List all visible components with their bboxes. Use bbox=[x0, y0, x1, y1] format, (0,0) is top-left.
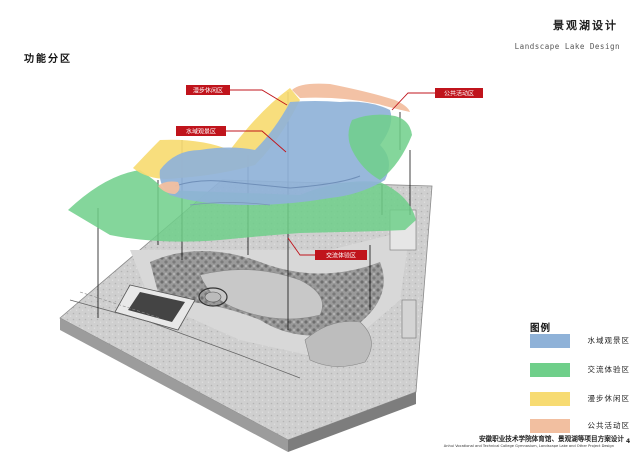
footer-title-en: Anhui Vocational and Technical College G… bbox=[443, 444, 614, 448]
callout-public-text: 公共活动区 bbox=[444, 90, 474, 98]
functional-zoning-diagram: 漫步休闲区 水域观景区 公共活动区 交流体验区 bbox=[59, 83, 483, 452]
callout-water: 水域观景区 bbox=[176, 126, 226, 136]
callout-leisure-text: 漫步休闲区 bbox=[193, 87, 223, 95]
legend-label-water: 水域观景区 bbox=[587, 336, 630, 345]
legend-swatch-public bbox=[530, 419, 570, 433]
page-number: 4 bbox=[626, 438, 631, 445]
legend-item-exchange: 交流体验区 bbox=[530, 363, 630, 377]
footer-title-cn: 安徽职业技术学院体育馆、景观湖等项目方案设计 bbox=[478, 435, 624, 443]
legend-item-public: 公共活动区 bbox=[530, 419, 630, 433]
legend-label-leisure: 漫步休闲区 bbox=[587, 394, 630, 403]
legend-item-leisure: 漫步休闲区 bbox=[530, 392, 630, 406]
legend-swatch-exchange bbox=[530, 363, 570, 377]
legend-swatch-water bbox=[530, 334, 570, 348]
callout-public: 公共活动区 bbox=[435, 88, 483, 98]
callout-water-text: 水域观景区 bbox=[186, 128, 216, 136]
callout-leisure: 漫步休闲区 bbox=[186, 85, 230, 95]
legend-swatch-leisure bbox=[530, 392, 570, 406]
callout-exchange: 交流体验区 bbox=[315, 250, 367, 260]
legend-label-public: 公共活动区 bbox=[587, 421, 630, 430]
legend-label-exchange: 交流体验区 bbox=[587, 365, 630, 374]
legend-item-water: 水域观景区 bbox=[530, 334, 630, 348]
legend-title: 图例 bbox=[530, 323, 552, 334]
callout-exchange-text: 交流体验区 bbox=[326, 252, 356, 260]
